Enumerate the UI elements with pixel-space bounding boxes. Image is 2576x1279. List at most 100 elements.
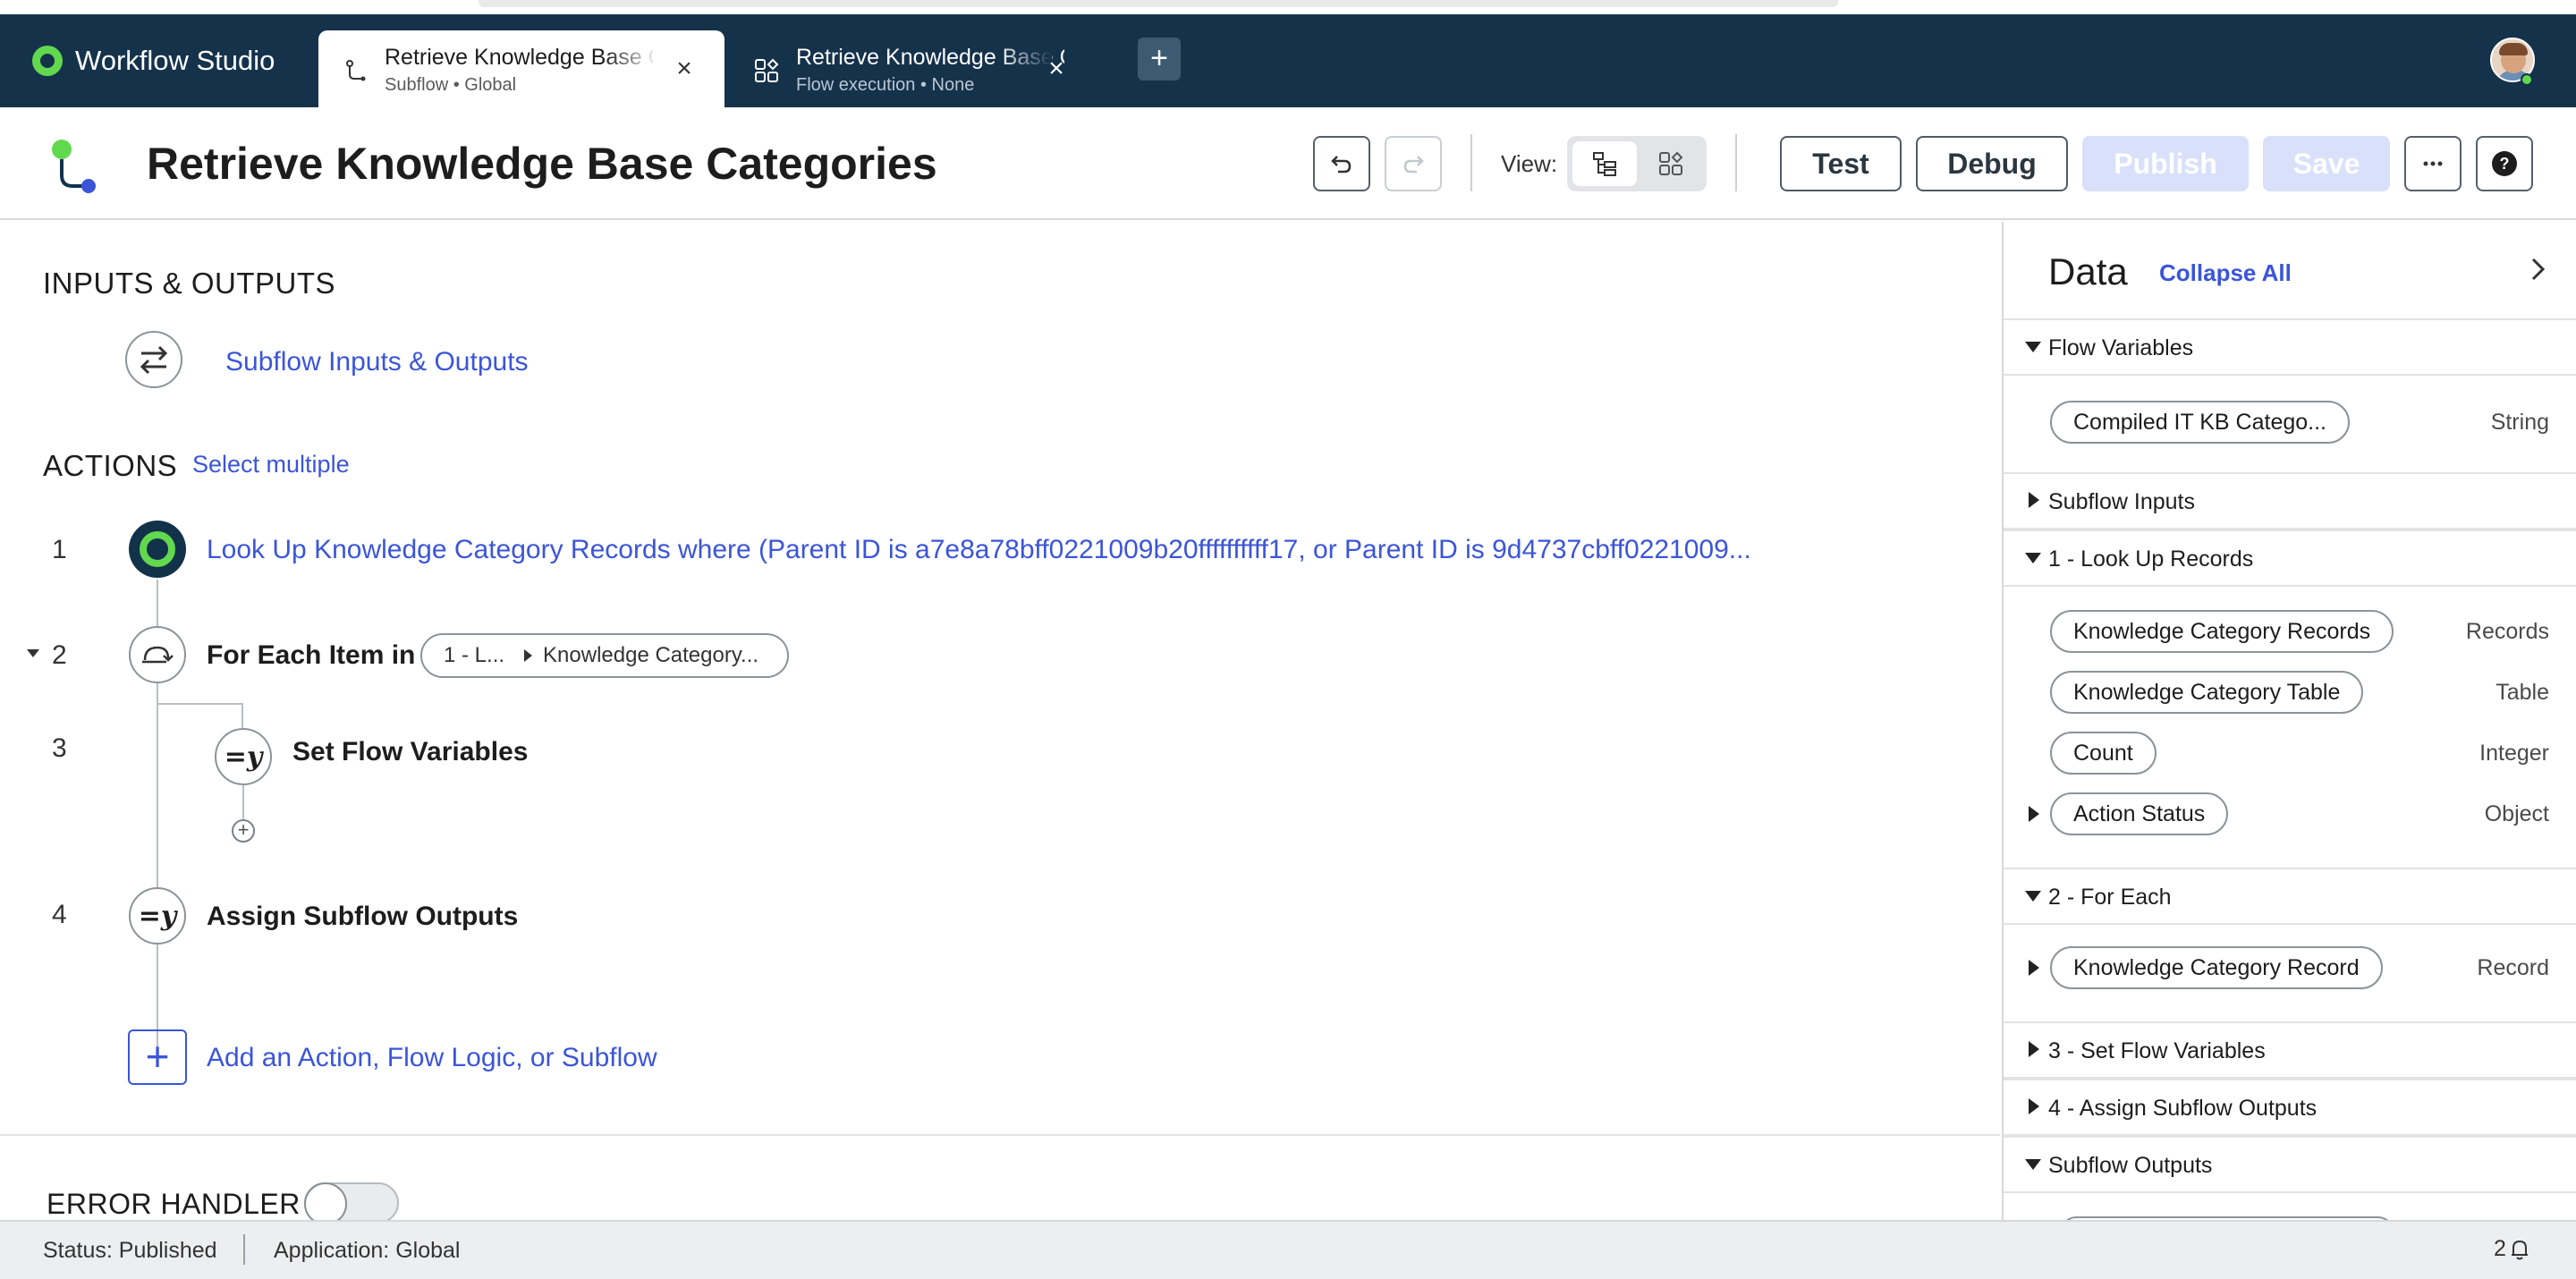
for-each-step[interactable]: For Each Item in [207,640,415,671]
set-flow-variables-node[interactable]: =y [215,728,272,785]
section-label: 1 - Look Up Records [2048,546,2254,572]
window-top-strip [0,0,2576,14]
notification-count: 2 [2494,1236,2506,1261]
variable-row[interactable]: Knowledge Category Records Records [2004,601,2576,662]
avatar-hair [2499,43,2528,55]
for-each-node[interactable] [129,626,186,683]
publish-button[interactable]: Publish [2082,136,2249,191]
section-for-each[interactable]: 2 - For Each [2004,869,2576,925]
collapse-all-link[interactable]: Collapse All [2159,259,2292,287]
variable-row[interactable]: Knowledge Category Table Table [2004,662,2576,723]
loop-icon [142,646,174,664]
error-handler-toggle[interactable] [304,1182,399,1225]
test-button[interactable]: Test [1780,136,1902,191]
app-name: Workflow Studio [75,45,275,76]
step-number: 1 [52,535,67,564]
variable-pill[interactable]: Count [2050,732,2157,775]
caret-down-icon [2025,553,2041,563]
actions-heading: ACTIONS [43,449,178,482]
caret-right-icon[interactable] [2029,806,2039,822]
data-panel-title: Data [2048,250,2128,292]
equals-y-icon: =y [224,741,263,773]
diagram-view-icon [1659,151,1683,175]
section-flow-variables[interactable]: Flow Variables [2004,320,2576,376]
section-divider [0,1134,2000,1136]
variable-pill[interactable]: Knowledge Category Table [2050,671,2364,714]
data-panel-header: Data Collapse All [2004,222,2576,320]
variable-type: Integer [2479,741,2549,766]
assign-subflow-outputs-node[interactable]: =y [129,887,186,944]
chevron-right-icon[interactable] [2524,256,2551,283]
caret-down-icon [2025,1159,2041,1170]
variable-row[interactable]: Action Status Object [2004,783,2576,844]
add-action-button[interactable]: + [128,1029,187,1085]
action-ring-icon [140,531,175,567]
lookup-records-step[interactable]: Look Up Knowledge Category Records where… [207,535,1751,565]
flow-connector [157,703,243,705]
variable-pill[interactable]: Compiled IT KB Catego... [2050,401,2351,444]
assign-subflow-outputs-step[interactable]: Assign Subflow Outputs [207,902,518,932]
tab-subtitle: Flow execution • None [796,75,975,95]
caret-right-icon [2029,1098,2039,1114]
section-subflow-inputs[interactable]: Subflow Inputs [2004,474,2576,529]
collapse-step-caret-icon[interactable] [27,649,39,657]
select-multiple-link[interactable]: Select multiple [192,451,350,479]
variable-pill[interactable]: Knowledge Category Record [2050,946,2383,989]
section-label: Subflow Outputs [2048,1153,2213,1178]
app-brand[interactable]: Workflow Studio [32,14,275,107]
inputs-outputs-node[interactable] [125,331,182,388]
diagram-view-button[interactable] [1639,141,1703,186]
variable-type: String [2490,410,2549,435]
app-header: Workflow Studio Retrieve Knowledge Base … [0,14,2576,107]
add-tab-button[interactable]: + [1138,38,1181,80]
variable-row[interactable]: Knowledge Category Record Record [2004,937,2576,998]
view-label: View: [1501,150,1558,177]
subflow-inputs-outputs-link[interactable]: Subflow Inputs & Outputs [225,347,529,377]
section-set-flow-variables[interactable]: 3 - Set Flow Variables [2004,1023,2576,1079]
swap-arrows-icon [140,345,168,375]
subflow-logo-icon [52,140,96,193]
status-bar: Status: Published Application: Global 2 [0,1220,2576,1279]
section-assign-subflow-outputs[interactable]: 4 - Assign Subflow Outputs [2004,1080,2576,1136]
equals-y-icon: =y [138,900,177,932]
tab-flow-execution[interactable]: Retrieve Knowledge Base Categories Flow … [730,30,1106,107]
lookup-records-node[interactable] [129,521,186,578]
caret-down-icon [2025,342,2041,352]
svg-text:?: ? [2500,155,2510,173]
flow-canvas: INPUTS & OUTPUTS Subflow Inputs & Output… [0,222,2000,1225]
toolbar-divider [1470,134,1472,191]
debug-button[interactable]: Debug [1916,136,2068,191]
notifications-button[interactable]: 2 [2494,1236,2529,1262]
page-title: Retrieve Knowledge Base Categories [147,139,937,189]
online-status-dot [2521,73,2533,86]
for-each-data-pill[interactable]: 1 - L... Knowledge Category... [420,633,789,678]
add-action-link[interactable]: Add an Action, Flow Logic, or Subflow [207,1043,657,1073]
error-handler-heading: ERROR HANDLER [47,1188,301,1220]
tab-subflow[interactable]: Retrieve Knowledge Base Categories Subfl… [318,30,724,107]
redo-icon [1403,156,1424,174]
undo-button[interactable] [1313,136,1370,191]
toggle-knob [304,1182,347,1225]
save-button[interactable]: Save [2263,136,2390,191]
section-label: 2 - For Each [2048,885,2172,910]
variable-row[interactable]: Count Integer [2004,723,2576,783]
caret-right-icon[interactable] [2029,960,2039,976]
tree-view-button[interactable] [1572,141,1637,186]
redo-button[interactable] [1385,136,1442,191]
section-subflow-outputs[interactable]: Subflow Outputs [2004,1138,2576,1193]
close-tab-icon[interactable]: × [671,55,698,82]
section-label: 3 - Set Flow Variables [2048,1038,2266,1063]
variable-pill[interactable]: Knowledge Category Records [2050,610,2394,653]
flow-execution-icon [755,58,779,82]
section-look-up-records[interactable]: 1 - Look Up Records [2004,531,2576,587]
close-tab-icon[interactable]: × [1043,55,1070,82]
more-options-button[interactable] [2404,136,2462,191]
inputs-outputs-heading: INPUTS & OUTPUTS [43,267,336,300]
address-bar [479,0,1838,7]
set-flow-variables-step[interactable]: Set Flow Variables [292,737,528,767]
subflow-icon [346,60,366,81]
variable-row[interactable]: Compiled IT KB Catego... String [2004,392,2576,453]
variable-pill[interactable]: Action Status [2050,792,2229,835]
add-inner-step-plus-icon[interactable]: + [232,819,255,843]
help-button[interactable]: ? [2476,136,2533,191]
